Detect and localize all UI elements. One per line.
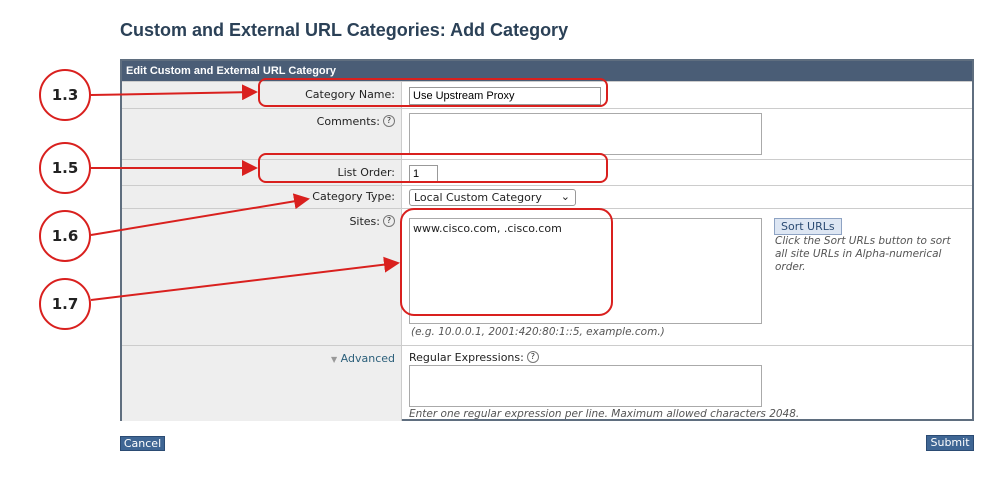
arrow-1-6	[90, 193, 310, 236]
annotation-1-3: 1.3	[39, 69, 91, 121]
arrow-1-3	[90, 84, 258, 101]
annotation-1-7: 1.7	[39, 278, 91, 330]
arrow-1-7	[90, 256, 400, 301]
annotation-arrows	[90, 84, 400, 301]
annotation-1-5: 1.5	[39, 142, 91, 194]
annotation-1-6: 1.6	[39, 210, 91, 262]
